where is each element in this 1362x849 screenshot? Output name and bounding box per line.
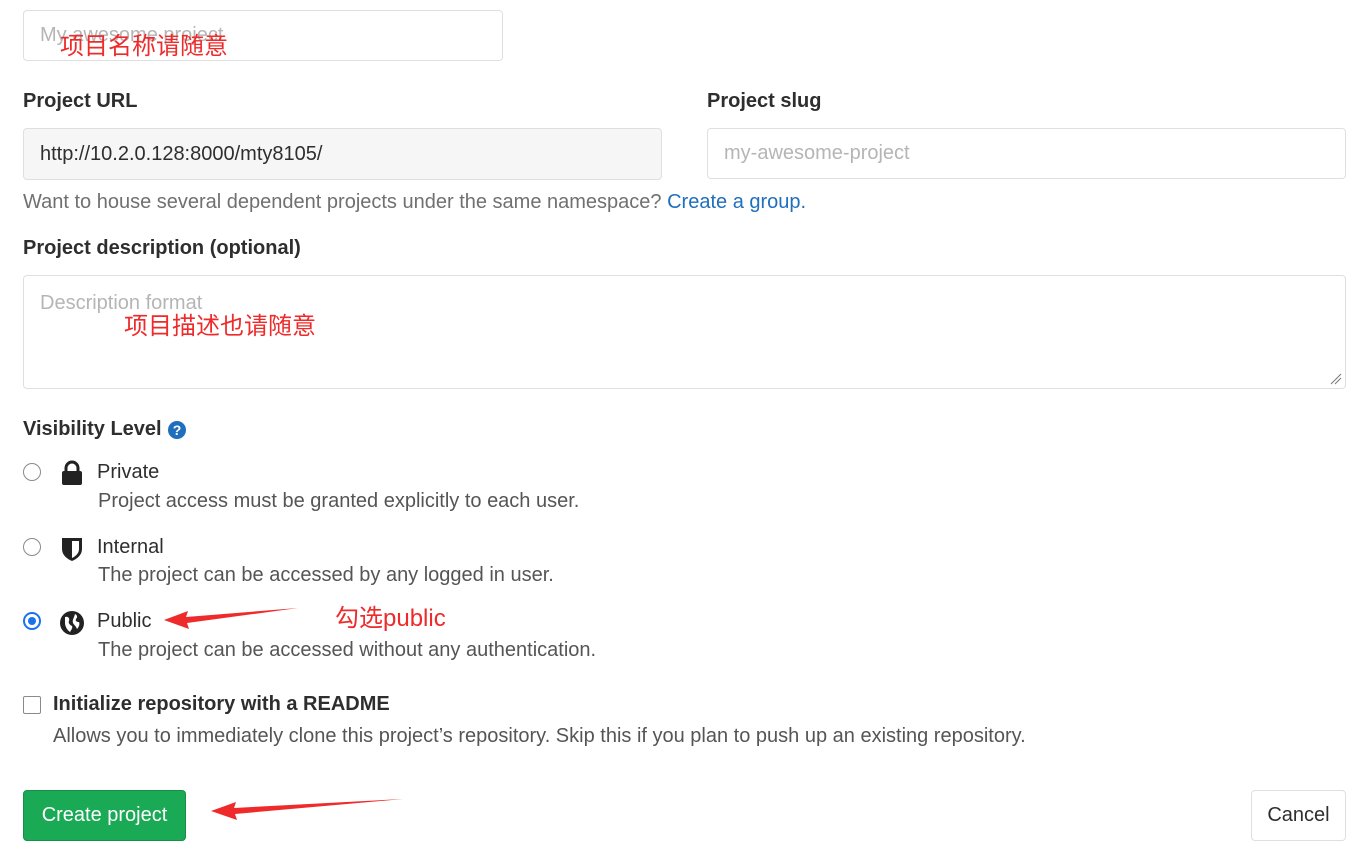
visibility-internal-desc: The project can be accessed by any logge… — [98, 564, 554, 586]
globe-icon — [60, 611, 84, 635]
create-arrow-icon — [211, 799, 403, 820]
visibility-label: Visibility Level ? — [23, 418, 187, 441]
project-name-annotation: 项目名称请随意 — [60, 33, 228, 60]
project-slug-input[interactable]: my-awesome-project — [707, 128, 1346, 179]
visibility-private-title: Private — [97, 461, 160, 483]
shield-icon — [62, 538, 82, 561]
readme-desc: Allows you to immediately clone this pro… — [53, 725, 1026, 747]
resize-handle-icon[interactable] — [1330, 373, 1342, 385]
project-slug-placeholder: my-awesome-project — [724, 142, 910, 164]
visibility-radio-public[interactable] — [23, 612, 41, 630]
visibility-radio-private[interactable] — [23, 463, 41, 481]
create-group-link[interactable]: Create a group. — [667, 191, 806, 213]
visibility-radio-internal[interactable] — [23, 538, 41, 556]
public-annotation: 勾选public — [335, 605, 446, 632]
project-url-field[interactable]: http://10.2.0.128:8000/mty8105/ — [23, 128, 662, 180]
readme-checkbox[interactable] — [23, 696, 41, 714]
visibility-label-text: Visibility Level — [23, 418, 162, 440]
description-label: Project description (optional) — [23, 237, 301, 259]
visibility-public-title: Public — [97, 610, 152, 632]
lock-icon — [62, 460, 82, 485]
visibility-internal-title: Internal — [97, 536, 164, 558]
public-arrow-icon — [164, 608, 298, 629]
svg-text:?: ? — [172, 422, 181, 438]
description-annotation: 项目描述也请随意 — [124, 313, 316, 340]
readme-label[interactable]: Initialize repository with a README — [53, 693, 390, 716]
project-slug-label: Project slug — [707, 90, 822, 112]
cancel-button[interactable]: Cancel — [1251, 790, 1346, 841]
project-url-value: http://10.2.0.128:8000/mty8105/ — [40, 142, 323, 165]
visibility-private-desc: Project access must be granted explicitl… — [98, 490, 580, 512]
group-help-text: Want to house several dependent projects… — [23, 191, 806, 214]
visibility-public-desc: The project can be accessed without any … — [98, 639, 597, 661]
question-circle-icon[interactable]: ? — [167, 420, 187, 440]
group-help-sentence: Want to house several dependent projects… — [23, 191, 662, 213]
create-project-button[interactable]: Create project — [23, 790, 186, 841]
project-url-label: Project URL — [23, 90, 138, 112]
